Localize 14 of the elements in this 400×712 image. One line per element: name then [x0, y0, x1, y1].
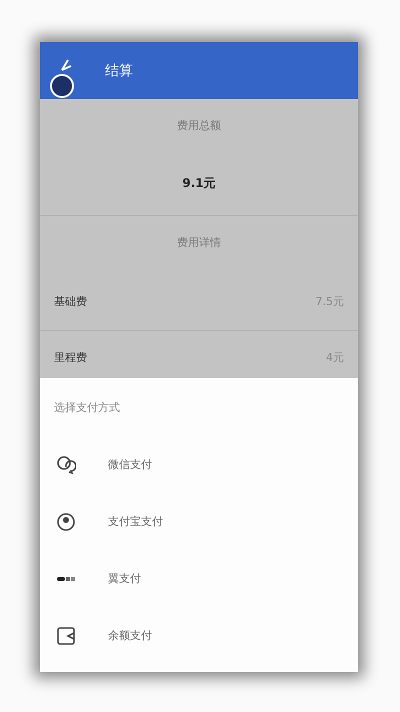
total-label: 费用总额 [177, 118, 221, 132]
section-title: 选择支付方式 [54, 400, 120, 414]
fee-amount: 4元 [326, 350, 344, 364]
payment-option[interactable]: 余额支付 [40, 607, 358, 664]
total-amount: 9.1元 [182, 174, 216, 192]
wallet-icon [56, 626, 76, 646]
fee-name: 里程费 [54, 350, 87, 364]
payment-option[interactable]: 支付宝支付 [40, 493, 358, 550]
fee-amount: 7.5元 [316, 294, 344, 308]
page-title: 结算 [105, 62, 133, 80]
payment-option[interactable]: 微信支付 [40, 436, 358, 493]
fee-name: 基础费 [54, 294, 87, 308]
payment-option[interactable]: 翼支付 [40, 550, 358, 607]
detail-label: 费用详情 [177, 234, 221, 250]
